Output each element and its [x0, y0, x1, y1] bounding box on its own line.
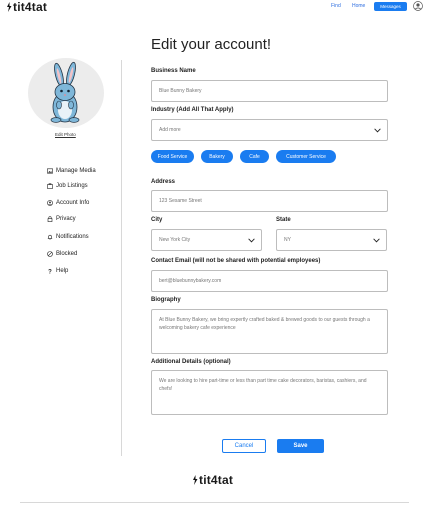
sidebar-item-help[interactable]: ? Help: [47, 266, 68, 276]
sidebar-item-notifications[interactable]: Notifications: [47, 232, 89, 242]
biography-value: At Blue Bunny Bakery, we bring expertly …: [159, 317, 370, 331]
sidebar-item-label: Job Listings: [56, 183, 88, 189]
state-select[interactable]: NY: [276, 229, 387, 251]
logo-text: tit4tat: [13, 0, 48, 14]
page-title: Edit your account!: [151, 36, 272, 53]
help-icon: ?: [48, 269, 52, 274]
sidebar-item-label: Account Info: [56, 200, 90, 206]
sidebar-item-label: Manage Media: [56, 168, 96, 174]
state-value: NY: [284, 237, 291, 243]
industry-tag-food-service[interactable]: Food Service: [151, 150, 194, 163]
chevron-down-icon: [248, 237, 255, 242]
contact-email-value: bert@bluebunnybakery.com: [159, 278, 222, 284]
city-label: City: [151, 217, 163, 223]
avatar[interactable]: [28, 58, 104, 128]
sidebar-item-privacy[interactable]: Privacy: [47, 214, 76, 224]
media-icon: [47, 168, 53, 174]
sidebar-divider: [121, 60, 122, 456]
additional-details-textarea[interactable]: We are looking to hire part-time or less…: [151, 370, 388, 415]
sidebar-item-job-listings[interactable]: Job Listings: [47, 181, 88, 191]
industry-select[interactable]: Add more: [151, 119, 388, 141]
city-select[interactable]: New York City: [151, 229, 262, 251]
address-field[interactable]: 123 Sesame Street: [151, 190, 388, 212]
sidebar-item-account-info[interactable]: Account Info: [47, 198, 89, 208]
logo-mark-icon: [193, 475, 198, 485]
sidebar-item-label: Blocked: [56, 251, 78, 257]
lock-icon: [47, 216, 53, 222]
user-menu-icon[interactable]: [413, 1, 423, 11]
blocked-icon: [47, 251, 53, 257]
additional-details-value: We are looking to hire part-time or less…: [159, 378, 367, 392]
footer-logo-text: tit4tat: [199, 473, 234, 487]
business-name-field[interactable]: Blue Bunny Bakery: [151, 80, 388, 102]
industry-tag-customer-service[interactable]: Customer Service: [276, 150, 336, 163]
industry-tag-bakery[interactable]: Bakery: [201, 150, 233, 163]
app-logo[interactable]: tit4tat: [6, 0, 47, 14]
contact-email-field[interactable]: bert@bluebunnybakery.com: [151, 270, 388, 292]
edit-photo-link[interactable]: Edit Photo: [55, 132, 76, 137]
business-name-value: Blue Bunny Bakery: [159, 88, 202, 94]
chevron-down-icon: [374, 127, 381, 132]
biography-textarea[interactable]: At Blue Bunny Bakery, we bring expertly …: [151, 309, 388, 354]
nav-home[interactable]: Home: [352, 3, 365, 9]
state-label: State: [276, 217, 291, 223]
sidebar-item-blocked[interactable]: Blocked: [47, 249, 77, 259]
footer-logo[interactable]: tit4tat: [192, 473, 233, 487]
sidebar-item-label: Privacy: [56, 216, 76, 222]
bell-icon: [47, 234, 53, 240]
svg-text:?: ?: [48, 269, 52, 274]
nav-messages-button[interactable]: Messages: [374, 2, 407, 11]
nav-find[interactable]: Find: [331, 3, 341, 9]
additional-details-label: Additional Details (optional): [151, 359, 231, 365]
logo-mark-icon: [7, 2, 12, 12]
industry-tag-cafe[interactable]: Cafe: [240, 150, 269, 163]
save-button[interactable]: Save: [277, 439, 324, 453]
contact-email-label: Contact Email (will not be shared with p…: [151, 258, 321, 264]
business-name-label: Business Name: [151, 68, 196, 74]
address-value: 123 Sesame Street: [159, 198, 202, 204]
industry-label: Industry (Add All That Apply): [151, 107, 234, 113]
cancel-button[interactable]: Cancel: [222, 439, 266, 453]
city-value: New York City: [159, 237, 191, 243]
sidebar-item-label: Help: [56, 268, 69, 274]
bunny-icon: [50, 61, 80, 123]
briefcase-icon: [47, 183, 53, 189]
footer-divider: [20, 502, 409, 503]
industry-placeholder: Add more: [159, 127, 181, 133]
address-label: Address: [151, 179, 176, 185]
chevron-down-icon: [373, 237, 380, 242]
account-icon: [47, 200, 53, 206]
sidebar-item-label: Notifications: [56, 234, 89, 240]
sidebar-item-manage-media[interactable]: Manage Media: [47, 166, 96, 176]
biography-label: Biography: [151, 297, 181, 303]
